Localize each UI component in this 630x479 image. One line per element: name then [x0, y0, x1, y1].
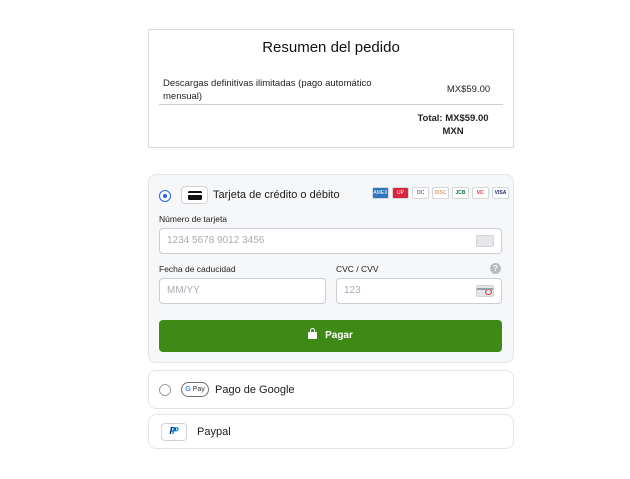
- visa-icon: VISA: [492, 187, 509, 199]
- expiry-placeholder: MM/YY: [167, 285, 200, 296]
- paypal-label: Paypal: [197, 426, 231, 438]
- expiry-input[interactable]: MM/YY: [159, 278, 326, 304]
- cvc-placeholder: 123: [344, 285, 361, 296]
- mastercard-icon: MC: [472, 187, 489, 199]
- item-name: Descargas definitivas ilimitadas (pago a…: [163, 78, 372, 102]
- summary-total: Total: MX$59.00 MXN: [417, 113, 489, 137]
- unionpay-icon: UP: [392, 187, 409, 199]
- expiry-label: Fecha de caducidad: [159, 264, 236, 274]
- card-payment-option[interactable]: Tarjeta de crédito o débito AMEX UP DC D…: [148, 174, 514, 363]
- card-number-input[interactable]: 1234 5678 9012 3456: [159, 228, 502, 254]
- discover-icon: DISC: [432, 187, 449, 199]
- help-icon[interactable]: ?: [490, 263, 501, 274]
- paypal-logo-icon: PP: [161, 423, 187, 441]
- card-number-label: Número de tarjeta: [159, 214, 228, 224]
- item-price: MX$59.00: [446, 84, 491, 95]
- cvc-card-icon: [476, 285, 494, 297]
- diners-club-icon: DC: [412, 187, 429, 199]
- card-number-placeholder: 1234 5678 9012 3456: [167, 235, 265, 246]
- amex-icon: AMEX: [372, 187, 389, 199]
- cvc-label: CVC / CVV: [336, 264, 379, 274]
- paypal-option[interactable]: PP Paypal: [148, 414, 514, 449]
- google-pay-option[interactable]: G Pay Pago de Google: [148, 370, 514, 409]
- google-pay-logo-icon: G Pay: [181, 382, 209, 397]
- pay-button[interactable]: Pagar: [159, 320, 502, 352]
- credit-card-icon: [181, 186, 208, 204]
- google-pay-radio-button[interactable]: [159, 384, 171, 396]
- card-generic-icon: [476, 235, 494, 247]
- cvc-input[interactable]: 123: [336, 278, 502, 304]
- google-pay-label: Pago de Google: [215, 384, 295, 396]
- pay-button-label: Pagar: [325, 330, 353, 341]
- lock-icon: [308, 328, 318, 339]
- card-brand-logos: AMEX UP DC DISC JCB MC VISA: [372, 187, 509, 200]
- summary-divider: [159, 104, 503, 105]
- card-radio-button[interactable]: [159, 190, 171, 202]
- jcb-icon: JCB: [452, 187, 469, 199]
- summary-title: Resumen del pedido: [262, 39, 400, 56]
- order-summary: Resumen del pedido Descargas definitivas…: [148, 29, 514, 148]
- card-option-label: Tarjeta de crédito o débito: [213, 189, 340, 201]
